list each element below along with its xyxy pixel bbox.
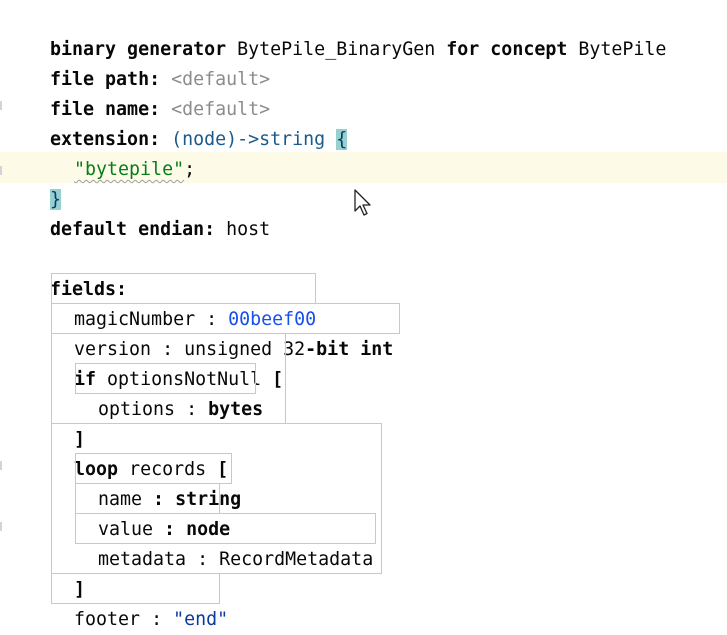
file-name-row: file name: <default> [28,65,270,120]
field-record-name-text: name : string [76,455,241,510]
field-separator: : [186,549,220,570]
version-type-bold[interactable]: -bit int [305,339,393,360]
options-type[interactable]: bytes [208,399,263,420]
gutter-fold-marker[interactable] [0,101,2,110]
default-endian-label: default endian: [50,219,216,240]
field-footer-text: footer : "end" [52,575,228,630]
field-record-value-text: value : node [76,485,230,540]
field-separator: : [175,399,209,420]
gutter-fold-marker[interactable] [0,166,2,175]
gutter-fold-marker[interactable] [0,522,2,531]
options-name: options [98,399,176,420]
fields-row: fields: [28,245,127,300]
if-block-header: if optionsNotNull [ [52,335,283,390]
extension-open-brace[interactable]: { [336,129,348,150]
footer-name: footer [74,609,141,630]
concept-reference[interactable]: BytePile [578,39,666,60]
field-separator: : [140,609,174,630]
extension-close-row: } [28,155,62,210]
extension-body: "bytepile"; [52,125,195,180]
footer-value[interactable]: "end" [173,609,228,630]
generator-header: binary generator BytePile_BinaryGen for … [28,5,666,60]
if-open-bracket: [ [272,369,284,390]
loop-block-close: ] [52,545,85,600]
field-options-text: options : bytes [76,365,263,420]
extension-row: extension: (node)->string { [28,95,348,150]
file-path-row: file path: <default> [28,35,270,90]
default-endian-row: default endian: host [28,185,270,240]
extension-string-literal[interactable]: "bytepile" [74,159,184,180]
record-metadata-type[interactable]: RecordMetadata [219,549,373,570]
loop-block-header: loop records [ [52,425,228,480]
mouse-pointer-icon [354,189,371,216]
record-metadata-name: metadata [98,549,187,570]
semicolon: ; [184,159,196,180]
gutter-fold-marker[interactable] [0,461,2,470]
field-version-text: version : unsigned 32-bit int [52,305,393,360]
if-block-close: ] [52,395,85,450]
keyword-for-concept: for concept [446,39,568,60]
default-endian-value[interactable]: host [226,219,270,240]
field-record-metadata-text: metadata : RecordMetadata [76,515,373,570]
field-magic-number-text: magicNumber : 00beef00 [52,275,316,330]
